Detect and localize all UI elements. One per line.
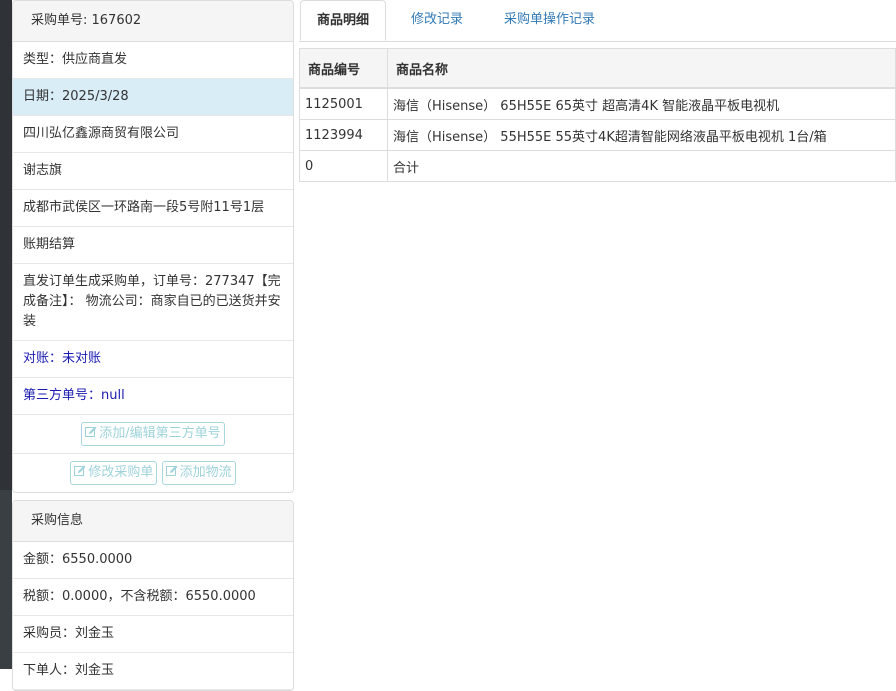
header-product-name: 商品名称 [387,48,896,89]
supplier-address: 成都市武侯区一环路南一段5号附11号1层 [13,190,293,227]
product-code-cell: 0 [299,150,388,182]
edit-icon [74,465,86,476]
add-logistics-button[interactable]: 添加物流 [161,460,236,485]
order-panel: 采购单号: 167602 类型：供应商直发 日期：2025/3/28 四川弘亿鑫… [12,0,294,493]
third-party-number: 第三方单号：null [13,378,293,415]
order-remark: 直发订单生成采购单，订单号：277347【完成备注】： 物流公司：商家自已的已送… [13,264,293,341]
order-date: 日期：2025/3/28 [13,79,293,116]
purchase-tax: 税额：0.0000，不含税额：6550.0000 [13,579,293,616]
purchase-buyer: 采购员：刘金玉 [13,616,293,653]
product-code-cell: 1125001 [299,87,388,120]
tab-modify-log[interactable]: 修改记录 [411,0,463,41]
purchase-orderer: 下单人：刘金玉 [13,653,293,690]
edit-icon [85,426,97,437]
third-party-button-row: 添加/编辑第三方单号 [13,415,293,454]
tab-bar: 商品明细 修改记录 采购单操作记录 [299,0,896,42]
product-name-cell: 海信（Hisense） 55H55E 55英寸4K超清智能网络液晶平板电视机 1… [387,119,896,151]
product-name-cell: 海信（Hisense） 65H55E 65英寸 超高清4K 智能液晶平板电视机 [387,87,896,120]
order-number-heading: 采购单号: 167602 [13,1,293,42]
product-table: 商品编号 商品名称 1125001 海信（Hisense） 65H55E 65英… [299,48,896,182]
contact-name: 谢志旗 [13,153,293,190]
product-name-cell: 合计 [387,150,896,182]
tab-product-details[interactable]: 商品明细 [300,0,386,41]
purchase-info-panel: 采购信息 金额：6550.0000 税额：0.0000，不含税额：6550.00… [12,500,294,691]
modify-order-label: 修改采购单 [88,464,154,480]
add-edit-third-party-label: 添加/编辑第三方单号 [99,425,221,441]
table-row: 1125001 海信（Hisense） 65H55E 65英寸 超高清4K 智能… [299,87,896,120]
add-logistics-label: 添加物流 [179,464,232,480]
purchase-amount: 金额：6550.0000 [13,542,293,579]
table-row: 0 合计 [299,150,896,182]
edit-icon [165,465,178,476]
payment-terms: 账期结算 [13,227,293,264]
header-product-code: 商品编号 [299,48,388,89]
tab-order-operation-log[interactable]: 采购单操作记录 [504,0,595,41]
product-code-cell: 1123994 [299,119,388,151]
background-edge [0,0,12,669]
left-column: 采购单号: 167602 类型：供应商直发 日期：2025/3/28 四川弘亿鑫… [12,0,294,691]
order-type: 类型：供应商直发 [13,42,293,79]
modify-order-button[interactable]: 修改采购单 [70,460,158,485]
table-row: 1123994 海信（Hisense） 55H55E 55英寸4K超清智能网络液… [299,119,896,151]
order-action-row: 修改采购单 添加物流 [13,454,293,492]
table-header-row: 商品编号 商品名称 [299,48,896,89]
purchase-info-heading: 采购信息 [13,501,293,542]
supplier-name: 四川弘亿鑫源商贸有限公司 [13,116,293,153]
right-column: 商品明细 修改记录 采购单操作记录 商品编号 商品名称 1125001 海信（H… [299,0,896,182]
reconcile-status: 对账：未对账 [13,341,293,378]
add-edit-third-party-button[interactable]: 添加/编辑第三方单号 [81,421,225,446]
